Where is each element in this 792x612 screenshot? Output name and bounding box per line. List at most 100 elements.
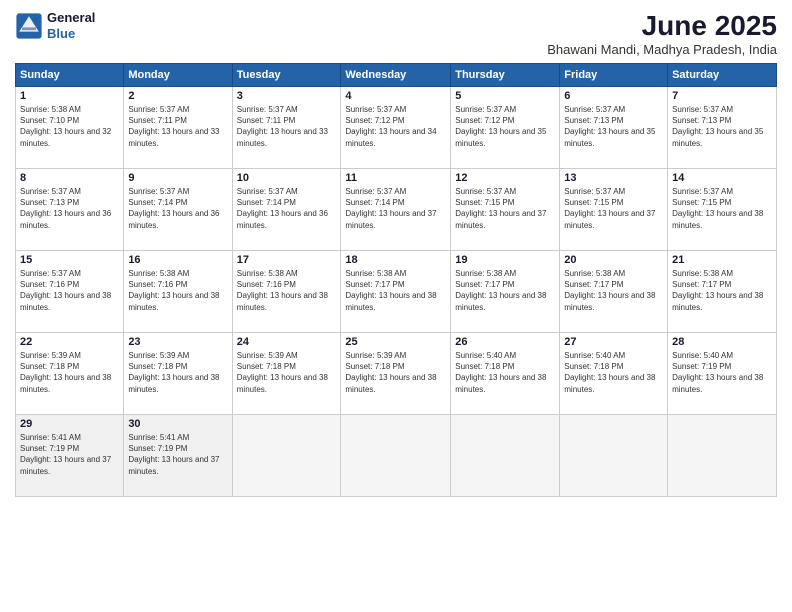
calendar-week-row: 1 Sunrise: 5:38 AMSunset: 7:10 PMDayligh… xyxy=(16,87,777,169)
table-row: 22 Sunrise: 5:39 AMSunset: 7:18 PMDaylig… xyxy=(16,333,124,415)
calendar-week-row: 29 Sunrise: 5:41 AMSunset: 7:19 PMDaylig… xyxy=(16,415,777,497)
table-row: 15 Sunrise: 5:37 AMSunset: 7:16 PMDaylig… xyxy=(16,251,124,333)
logo-text: General Blue xyxy=(47,10,95,41)
day-info: Sunrise: 5:41 AMSunset: 7:19 PMDaylight:… xyxy=(20,433,111,476)
table-row: 8 Sunrise: 5:37 AMSunset: 7:13 PMDayligh… xyxy=(16,169,124,251)
table-row: 6 Sunrise: 5:37 AMSunset: 7:13 PMDayligh… xyxy=(560,87,668,169)
day-info: Sunrise: 5:40 AMSunset: 7:19 PMDaylight:… xyxy=(672,351,763,394)
day-number: 7 xyxy=(672,90,772,102)
day-number: 27 xyxy=(564,336,663,348)
day-number: 12 xyxy=(455,172,555,184)
table-row: 21 Sunrise: 5:38 AMSunset: 7:17 PMDaylig… xyxy=(668,251,777,333)
table-row: 23 Sunrise: 5:39 AMSunset: 7:18 PMDaylig… xyxy=(124,333,232,415)
day-info: Sunrise: 5:41 AMSunset: 7:19 PMDaylight:… xyxy=(128,433,219,476)
col-saturday: Saturday xyxy=(668,64,777,87)
day-info: Sunrise: 5:39 AMSunset: 7:18 PMDaylight:… xyxy=(20,351,111,394)
day-info: Sunrise: 5:37 AMSunset: 7:15 PMDaylight:… xyxy=(564,187,655,230)
table-row: 1 Sunrise: 5:38 AMSunset: 7:10 PMDayligh… xyxy=(16,87,124,169)
day-number: 29 xyxy=(20,418,119,430)
day-info: Sunrise: 5:37 AMSunset: 7:13 PMDaylight:… xyxy=(564,105,655,148)
day-number: 28 xyxy=(672,336,772,348)
day-number: 15 xyxy=(20,254,119,266)
col-tuesday: Tuesday xyxy=(232,64,341,87)
table-row: 5 Sunrise: 5:37 AMSunset: 7:12 PMDayligh… xyxy=(451,87,560,169)
day-number: 2 xyxy=(128,90,227,102)
table-row: 19 Sunrise: 5:38 AMSunset: 7:17 PMDaylig… xyxy=(451,251,560,333)
day-number: 8 xyxy=(20,172,119,184)
general-blue-logo-icon xyxy=(15,12,43,40)
day-info: Sunrise: 5:38 AMSunset: 7:17 PMDaylight:… xyxy=(345,269,436,312)
table-row: 11 Sunrise: 5:37 AMSunset: 7:14 PMDaylig… xyxy=(341,169,451,251)
logo: General Blue xyxy=(15,10,95,41)
day-info: Sunrise: 5:37 AMSunset: 7:14 PMDaylight:… xyxy=(345,187,436,230)
day-number: 17 xyxy=(237,254,337,266)
day-info: Sunrise: 5:37 AMSunset: 7:11 PMDaylight:… xyxy=(237,105,328,148)
table-row: 27 Sunrise: 5:40 AMSunset: 7:18 PMDaylig… xyxy=(560,333,668,415)
table-row: 12 Sunrise: 5:37 AMSunset: 7:15 PMDaylig… xyxy=(451,169,560,251)
table-row: 7 Sunrise: 5:37 AMSunset: 7:13 PMDayligh… xyxy=(668,87,777,169)
day-info: Sunrise: 5:38 AMSunset: 7:17 PMDaylight:… xyxy=(564,269,655,312)
table-row xyxy=(341,415,451,497)
day-number: 5 xyxy=(455,90,555,102)
day-info: Sunrise: 5:38 AMSunset: 7:17 PMDaylight:… xyxy=(455,269,546,312)
day-number: 19 xyxy=(455,254,555,266)
table-row: 17 Sunrise: 5:38 AMSunset: 7:16 PMDaylig… xyxy=(232,251,341,333)
table-row: 30 Sunrise: 5:41 AMSunset: 7:19 PMDaylig… xyxy=(124,415,232,497)
table-row: 13 Sunrise: 5:37 AMSunset: 7:15 PMDaylig… xyxy=(560,169,668,251)
logo-line1: General xyxy=(47,10,95,25)
table-row: 3 Sunrise: 5:37 AMSunset: 7:11 PMDayligh… xyxy=(232,87,341,169)
header: General Blue June 2025 Bhawani Mandi, Ma… xyxy=(15,10,777,57)
col-thursday: Thursday xyxy=(451,64,560,87)
day-info: Sunrise: 5:37 AMSunset: 7:15 PMDaylight:… xyxy=(455,187,546,230)
month-title: June 2025 xyxy=(547,10,777,42)
table-row: 2 Sunrise: 5:37 AMSunset: 7:11 PMDayligh… xyxy=(124,87,232,169)
calendar-week-row: 8 Sunrise: 5:37 AMSunset: 7:13 PMDayligh… xyxy=(16,169,777,251)
day-number: 21 xyxy=(672,254,772,266)
day-number: 22 xyxy=(20,336,119,348)
day-info: Sunrise: 5:39 AMSunset: 7:18 PMDaylight:… xyxy=(345,351,436,394)
col-monday: Monday xyxy=(124,64,232,87)
day-info: Sunrise: 5:38 AMSunset: 7:16 PMDaylight:… xyxy=(237,269,328,312)
calendar-table: Sunday Monday Tuesday Wednesday Thursday… xyxy=(15,63,777,497)
day-number: 11 xyxy=(345,172,446,184)
table-row: 25 Sunrise: 5:39 AMSunset: 7:18 PMDaylig… xyxy=(341,333,451,415)
table-row xyxy=(451,415,560,497)
day-number: 3 xyxy=(237,90,337,102)
title-block: June 2025 Bhawani Mandi, Madhya Pradesh,… xyxy=(547,10,777,57)
table-row xyxy=(668,415,777,497)
table-row: 28 Sunrise: 5:40 AMSunset: 7:19 PMDaylig… xyxy=(668,333,777,415)
day-number: 6 xyxy=(564,90,663,102)
day-info: Sunrise: 5:40 AMSunset: 7:18 PMDaylight:… xyxy=(455,351,546,394)
day-number: 14 xyxy=(672,172,772,184)
day-number: 9 xyxy=(128,172,227,184)
day-info: Sunrise: 5:37 AMSunset: 7:13 PMDaylight:… xyxy=(20,187,111,230)
day-info: Sunrise: 5:38 AMSunset: 7:16 PMDaylight:… xyxy=(128,269,219,312)
table-row: 20 Sunrise: 5:38 AMSunset: 7:17 PMDaylig… xyxy=(560,251,668,333)
day-number: 13 xyxy=(564,172,663,184)
col-friday: Friday xyxy=(560,64,668,87)
table-row: 18 Sunrise: 5:38 AMSunset: 7:17 PMDaylig… xyxy=(341,251,451,333)
day-info: Sunrise: 5:37 AMSunset: 7:13 PMDaylight:… xyxy=(672,105,763,148)
calendar-week-row: 15 Sunrise: 5:37 AMSunset: 7:16 PMDaylig… xyxy=(16,251,777,333)
table-row xyxy=(232,415,341,497)
table-row: 4 Sunrise: 5:37 AMSunset: 7:12 PMDayligh… xyxy=(341,87,451,169)
calendar-week-row: 22 Sunrise: 5:39 AMSunset: 7:18 PMDaylig… xyxy=(16,333,777,415)
day-info: Sunrise: 5:37 AMSunset: 7:14 PMDaylight:… xyxy=(237,187,328,230)
table-row: 14 Sunrise: 5:37 AMSunset: 7:15 PMDaylig… xyxy=(668,169,777,251)
day-number: 16 xyxy=(128,254,227,266)
table-row xyxy=(560,415,668,497)
col-wednesday: Wednesday xyxy=(341,64,451,87)
day-info: Sunrise: 5:38 AMSunset: 7:10 PMDaylight:… xyxy=(20,105,111,148)
calendar-header-row: Sunday Monday Tuesday Wednesday Thursday… xyxy=(16,64,777,87)
day-number: 4 xyxy=(345,90,446,102)
day-number: 18 xyxy=(345,254,446,266)
col-sunday: Sunday xyxy=(16,64,124,87)
day-info: Sunrise: 5:37 AMSunset: 7:14 PMDaylight:… xyxy=(128,187,219,230)
day-number: 20 xyxy=(564,254,663,266)
day-info: Sunrise: 5:39 AMSunset: 7:18 PMDaylight:… xyxy=(128,351,219,394)
day-info: Sunrise: 5:37 AMSunset: 7:15 PMDaylight:… xyxy=(672,187,763,230)
day-number: 26 xyxy=(455,336,555,348)
day-info: Sunrise: 5:37 AMSunset: 7:11 PMDaylight:… xyxy=(128,105,219,148)
day-number: 23 xyxy=(128,336,227,348)
day-number: 1 xyxy=(20,90,119,102)
